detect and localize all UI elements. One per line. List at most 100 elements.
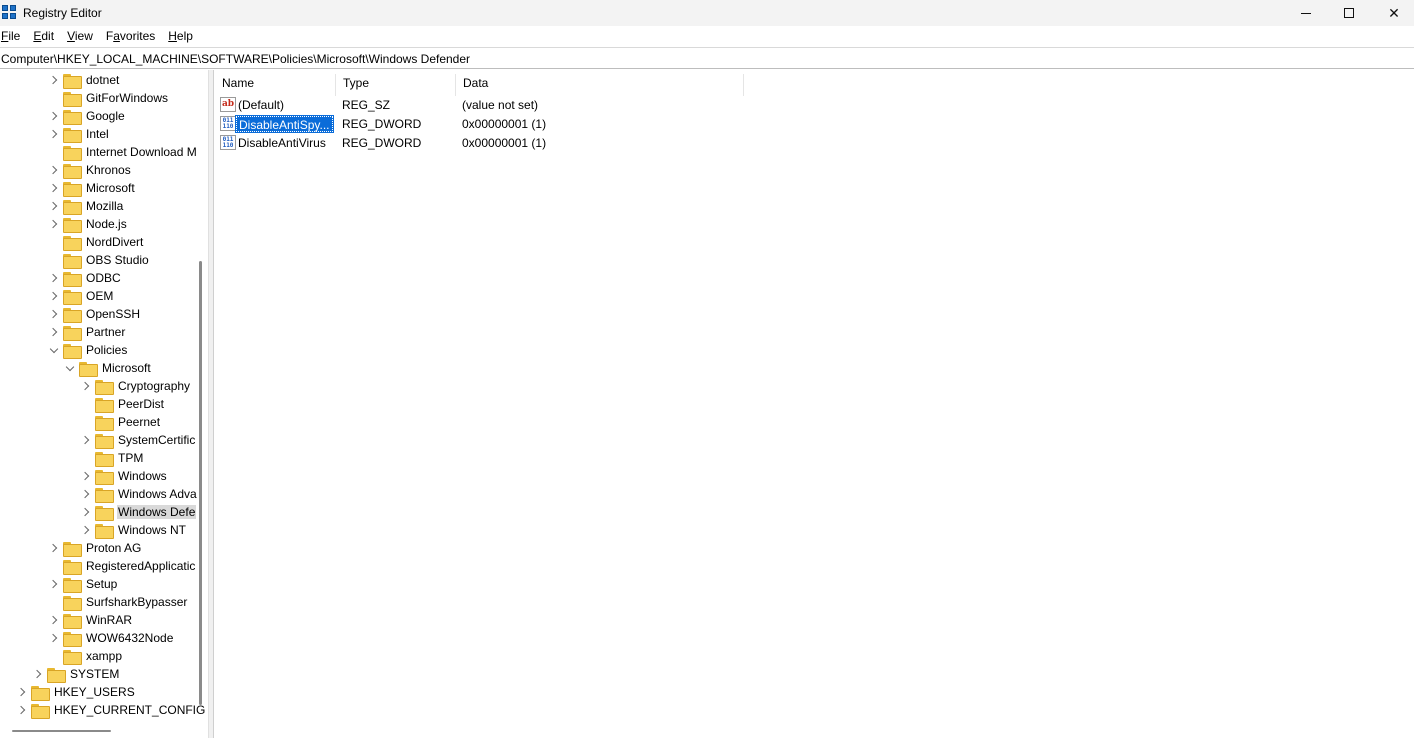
tree-node[interactable]: Policies <box>49 341 128 359</box>
tree-node[interactable]: TPM <box>81 449 144 467</box>
expand-chevron-icon[interactable] <box>49 287 59 305</box>
window-title: Registry Editor <box>23 6 102 20</box>
value-row[interactable]: ab (Default) REG_SZ (value not set) <box>215 96 815 115</box>
column-header-data[interactable]: Data <box>456 74 744 96</box>
address-bar[interactable]: Computer\HKEY_LOCAL_MACHINE\SOFTWARE\Pol… <box>0 47 1414 69</box>
expand-chevron-icon[interactable] <box>49 323 59 341</box>
address-path[interactable]: Computer\HKEY_LOCAL_MACHINE\SOFTWARE\Pol… <box>1 52 470 66</box>
tree-node[interactable]: Windows NT <box>81 521 187 539</box>
expand-chevron-icon[interactable] <box>49 107 59 125</box>
tree-node[interactable]: GitForWindows <box>49 89 169 107</box>
expand-chevron-icon[interactable] <box>49 305 59 323</box>
expand-chevron-icon[interactable] <box>81 431 91 449</box>
tree-node[interactable]: OpenSSH <box>49 305 141 323</box>
menu-view[interactable]: View <box>67 29 93 47</box>
expand-chevron-icon[interactable] <box>49 269 59 287</box>
expand-chevron-icon[interactable] <box>49 215 59 233</box>
expand-chevron-icon[interactable] <box>33 665 43 683</box>
tree-node[interactable]: Microsoft <box>65 359 152 377</box>
expand-chevron-icon[interactable] <box>81 485 91 503</box>
tree-node[interactable]: PeerDist <box>81 395 165 413</box>
value-type: REG_DWORD <box>342 136 422 150</box>
title-bar: Registry Editor ✕ <box>0 0 1414 26</box>
tree-node[interactable]: Khronos <box>49 161 132 179</box>
tree-node[interactable]: RegisteredApplicatic <box>49 557 196 575</box>
tree-node[interactable]: Internet Download M <box>49 143 198 161</box>
tree-node[interactable]: OEM <box>49 287 114 305</box>
tree-node[interactable]: ODBC <box>49 269 122 287</box>
maximize-button[interactable] <box>1326 0 1372 26</box>
tree-node[interactable]: Windows <box>81 467 168 485</box>
tree-horizontal-scrollbar[interactable] <box>12 730 111 732</box>
minimize-button[interactable] <box>1283 0 1329 26</box>
expand-chevron-icon[interactable] <box>49 71 59 89</box>
tree-node[interactable]: Peernet <box>81 413 161 431</box>
value-row[interactable]: 011 110 DisableAntiSpy... REG_DWORD 0x000000… <box>215 115 815 134</box>
expand-chevron-icon[interactable] <box>49 161 59 179</box>
tree-node[interactable]: Intel <box>49 125 110 143</box>
tree-node[interactable]: Microsoft <box>49 179 136 197</box>
expand-chevron-icon[interactable] <box>49 179 59 197</box>
tree-node[interactable]: Setup <box>49 575 118 593</box>
minimize-icon <box>1301 12 1311 14</box>
collapse-chevron-icon[interactable] <box>49 341 59 359</box>
tree-node[interactable]: xampp <box>49 647 123 665</box>
menu-favorites[interactable]: Favorites <box>106 29 155 47</box>
tree-node-label: Microsoft <box>86 181 135 195</box>
close-button[interactable]: ✕ <box>1371 0 1414 26</box>
expand-chevron-icon[interactable] <box>17 701 27 719</box>
collapse-chevron-icon[interactable] <box>65 359 75 377</box>
tree-node[interactable]: Windows Adva <box>81 485 198 503</box>
tree-node[interactable]: SystemCertific <box>81 431 196 449</box>
tree-node[interactable]: WinRAR <box>49 611 133 629</box>
tree-node[interactable]: Windows Defe <box>81 503 197 521</box>
menu-edit[interactable]: Edit <box>33 29 54 47</box>
expand-chevron-icon[interactable] <box>81 503 91 521</box>
expand-chevron-icon[interactable] <box>81 467 91 485</box>
tree-node[interactable]: HKEY_USERS <box>17 683 136 701</box>
folder-icon <box>63 559 82 575</box>
tree-node[interactable]: Partner <box>49 323 126 341</box>
column-header-type[interactable]: Type <box>336 74 456 96</box>
expand-chevron-icon[interactable] <box>17 683 27 701</box>
values-list: Name Type Data ab (Default) REG_SZ (value n… <box>215 70 1414 738</box>
menu-file[interactable]: File <box>1 29 20 47</box>
tree-node[interactable]: OBS Studio <box>49 251 150 269</box>
tree-node[interactable]: NordDivert <box>49 233 144 251</box>
tree-node[interactable]: SurfsharkBypasser <box>49 593 188 611</box>
expand-chevron-icon[interactable] <box>49 197 59 215</box>
expand-chevron-icon[interactable] <box>49 611 59 629</box>
tree-node-label: WinRAR <box>86 613 133 627</box>
tree-vertical-scrollbar[interactable] <box>199 261 202 705</box>
pane-splitter[interactable] <box>208 70 214 738</box>
expand-chevron-icon[interactable] <box>49 629 59 647</box>
tree-node[interactable]: Proton AG <box>49 539 142 557</box>
registry-editor-app-icon <box>2 5 18 21</box>
tree-node[interactable]: HKEY_CURRENT_CONFIG <box>17 701 206 719</box>
expand-chevron-icon[interactable] <box>49 539 59 557</box>
tree-node[interactable]: Google <box>49 107 126 125</box>
tree-node-label: Intel <box>86 127 109 141</box>
folder-icon <box>63 613 82 629</box>
folder-icon <box>63 199 82 215</box>
tree-node[interactable]: SYSTEM <box>33 665 120 683</box>
expand-chevron-icon[interactable] <box>49 575 59 593</box>
expand-chevron-icon[interactable] <box>81 377 91 395</box>
expand-chevron-icon[interactable] <box>81 521 91 539</box>
registry-key-tree[interactable]: dotnet GitForWindows Google Intel Internet D… <box>0 70 208 738</box>
tree-node[interactable]: dotnet <box>49 71 120 89</box>
folder-icon <box>63 217 82 233</box>
tree-node[interactable]: Mozilla <box>49 197 124 215</box>
tree-node[interactable]: Node.js <box>49 215 128 233</box>
value-row[interactable]: 011 110 DisableAntiVirus REG_DWORD 0x0000000… <box>215 134 815 153</box>
value-data: 0x00000001 (1) <box>462 136 547 150</box>
column-header-name[interactable]: Name <box>215 74 336 96</box>
menu-help[interactable]: Help <box>168 29 193 47</box>
tree-node[interactable]: WOW6432Node <box>49 629 174 647</box>
expand-chevron-icon[interactable] <box>49 125 59 143</box>
value-name: DisableAntiSpy... <box>235 115 334 133</box>
tree-node[interactable]: Cryptography <box>81 377 191 395</box>
